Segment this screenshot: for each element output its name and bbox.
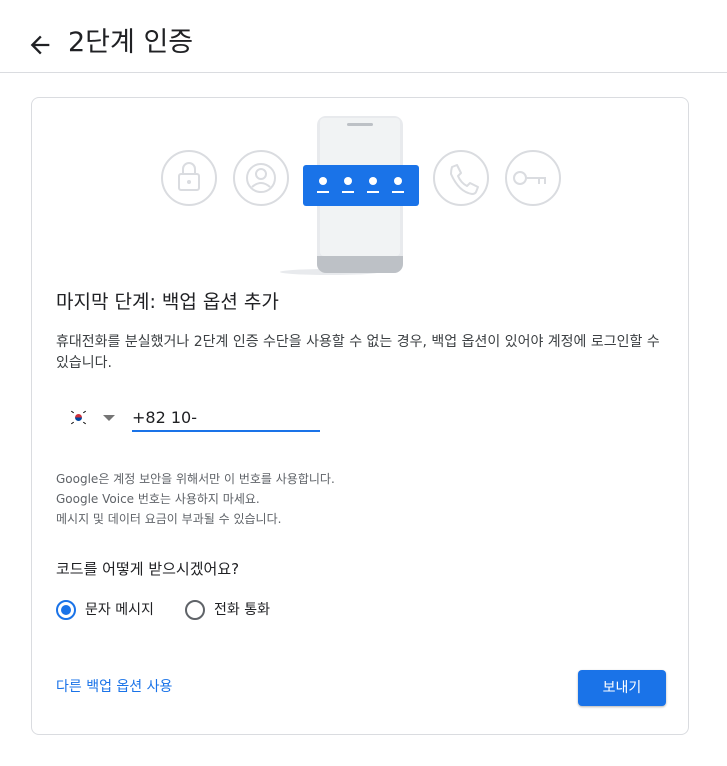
korea-flag-icon [70,410,87,425]
note-text: Google은 계정 보안을 위해서만 이 번호를 사용합니다. [56,472,335,486]
radio-text-message[interactable] [56,600,76,620]
radio-phone-call-label[interactable]: 전화 통화 [214,599,270,621]
header: 2단계 인증 [0,0,727,73]
arrow-back-icon[interactable] [26,31,54,59]
page-title: 2단계 인증 [68,27,194,58]
note-text: Google Voice 번호는 사용하지 마세요. [56,492,260,506]
lock-icon [161,150,217,206]
note-text: 메시지 및 데이터 요금이 부과될 수 있습니다. [56,512,282,526]
country-selector[interactable] [66,404,124,432]
other-backup-options-link[interactable]: 다른 백업 옵션 사용 [56,676,172,698]
radio-phone-call[interactable] [185,600,205,620]
delivery-question: 코드를 어떻게 받으시겠어요? [56,560,240,578]
description-text: 휴대전화를 분실했거나 2단계 인증 수단을 사용할 수 없는 경우, 백업 옵… [56,334,660,371]
phone-illustration [161,116,561,275]
code-card-icon [303,165,419,206]
phone-call-icon [433,150,489,206]
step-title: 마지막 단계: 백업 옵션 추가 [56,291,279,313]
key-icon [505,150,561,206]
radio-text-message-label[interactable]: 문자 메시지 [85,599,154,621]
phone-number-input[interactable] [132,404,320,432]
account-icon [233,150,289,206]
chevron-down-icon [103,415,115,421]
send-button[interactable]: 보내기 [578,670,666,706]
